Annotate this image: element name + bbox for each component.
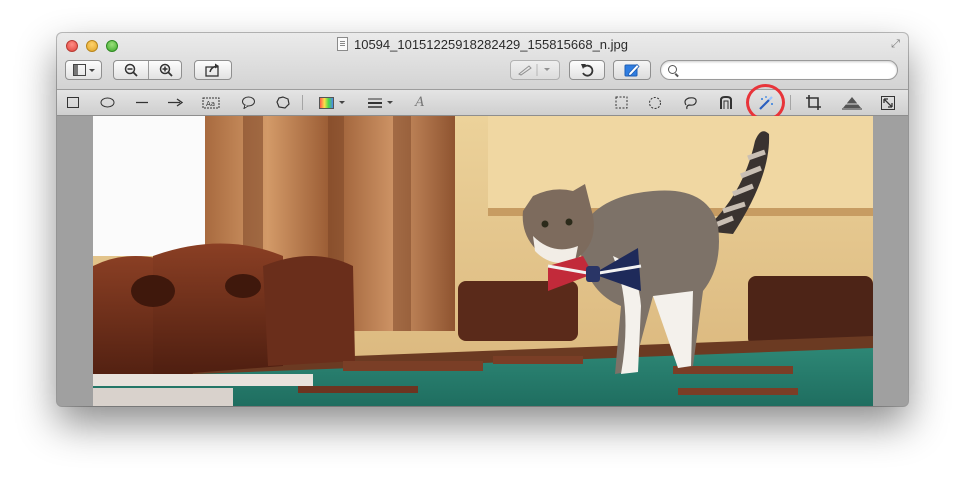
cat-photo[interactable] xyxy=(93,116,873,406)
fullscreen-icon[interactable]: ⤢ xyxy=(889,38,902,51)
view-menu-button[interactable] xyxy=(65,60,102,80)
edit-toolbar: Aa A xyxy=(57,84,908,121)
share-icon xyxy=(205,63,219,77)
line-shape-icon[interactable] xyxy=(135,94,149,111)
preview-window: 10594_10151225918282429_155815668_n.jpg … xyxy=(57,33,908,406)
outline-shape-icon[interactable] xyxy=(275,94,291,111)
rectangular-selection-icon[interactable] xyxy=(613,94,629,111)
zoom-out-button[interactable] xyxy=(114,61,148,79)
search-icon xyxy=(668,65,677,74)
rotate-left-icon xyxy=(581,64,594,77)
crop-icon[interactable] xyxy=(805,94,821,111)
zoom-out-icon xyxy=(124,63,138,77)
search-input[interactable] xyxy=(683,63,888,77)
markup-button[interactable] xyxy=(510,60,560,80)
smart-lasso-icon[interactable] xyxy=(718,94,734,111)
sidebar-view-icon xyxy=(72,64,95,76)
signature-pen-icon xyxy=(518,64,550,76)
rectangle-shape-icon[interactable] xyxy=(66,94,80,111)
share-button[interactable] xyxy=(194,60,232,80)
arrow-shape-icon[interactable] xyxy=(167,94,183,111)
oval-shape-icon[interactable] xyxy=(99,94,115,111)
show-edit-toolbar-button[interactable] xyxy=(613,60,651,80)
search-field[interactable] xyxy=(660,60,898,80)
edit-toolbar-icon xyxy=(624,63,640,77)
svg-text:Aa: Aa xyxy=(206,100,215,108)
zoom-in-button[interactable] xyxy=(149,61,182,79)
adjust-color-icon[interactable] xyxy=(841,94,863,111)
text-style-icon[interactable]: A xyxy=(413,94,427,111)
title-bar: 10594_10151225918282429_155815668_n.jpg … xyxy=(57,33,908,90)
image-canvas xyxy=(57,116,908,406)
lasso-selection-icon[interactable] xyxy=(682,94,698,111)
color-picker-icon[interactable] xyxy=(319,94,349,111)
zoom-buttons-group xyxy=(113,60,182,80)
text-box-icon[interactable]: Aa xyxy=(202,94,220,111)
adjust-size-icon[interactable] xyxy=(880,94,896,111)
rotate-button[interactable] xyxy=(569,60,605,80)
window-title-area: 10594_10151225918282429_155815668_n.jpg xyxy=(57,37,908,52)
window-title: 10594_10151225918282429_155815668_n.jpg xyxy=(353,37,628,52)
speech-bubble-icon[interactable] xyxy=(240,94,256,111)
elliptical-selection-icon[interactable] xyxy=(647,94,663,111)
zoom-in-icon xyxy=(159,63,173,77)
document-icon[interactable] xyxy=(336,37,348,51)
line-style-icon[interactable] xyxy=(367,94,397,111)
